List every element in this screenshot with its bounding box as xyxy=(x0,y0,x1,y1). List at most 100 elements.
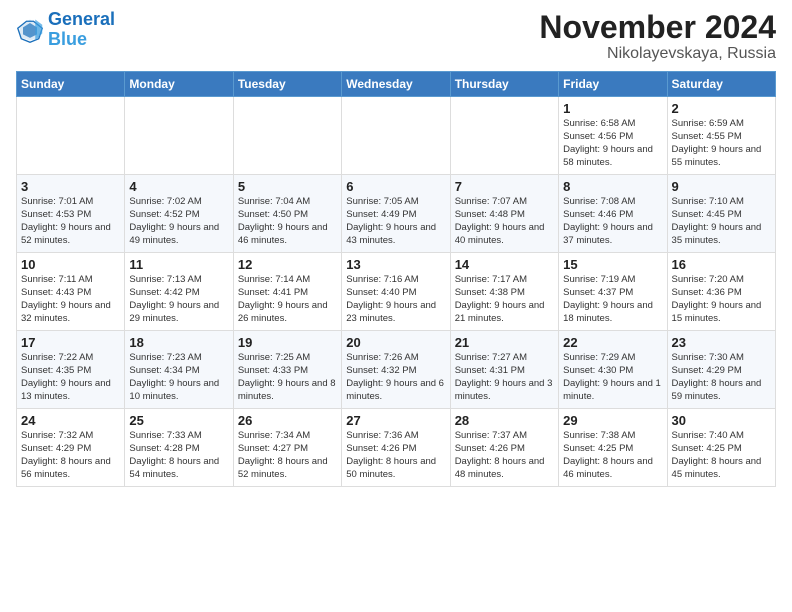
month-title: November 2024 xyxy=(539,10,776,45)
cell-info: Sunrise: 7:17 AM Sunset: 4:38 PM Dayligh… xyxy=(455,274,554,325)
cell-info: Sunrise: 7:37 AM Sunset: 4:26 PM Dayligh… xyxy=(455,430,554,481)
cell-info: Sunrise: 7:04 AM Sunset: 4:50 PM Dayligh… xyxy=(238,196,337,247)
weekday-header-sunday: Sunday xyxy=(17,72,125,97)
title-block: November 2024 Nikolayevskaya, Russia xyxy=(539,10,776,63)
day-number: 13 xyxy=(346,257,445,272)
cell-info: Sunrise: 7:13 AM Sunset: 4:42 PM Dayligh… xyxy=(129,274,228,325)
day-number: 22 xyxy=(563,335,662,350)
calendar-cell: 29 Sunrise: 7:38 AM Sunset: 4:25 PM Dayli… xyxy=(559,409,667,487)
calendar-cell: 6 Sunrise: 7:05 AM Sunset: 4:49 PM Daylig… xyxy=(342,175,450,253)
calendar-cell xyxy=(233,97,341,175)
day-number: 1 xyxy=(563,101,662,116)
calendar-cell: 30 Sunrise: 7:40 AM Sunset: 4:25 PM Dayli… xyxy=(667,409,775,487)
calendar-cell: 5 Sunrise: 7:04 AM Sunset: 4:50 PM Daylig… xyxy=(233,175,341,253)
cell-info: Sunrise: 7:30 AM Sunset: 4:29 PM Dayligh… xyxy=(672,352,771,403)
day-number: 16 xyxy=(672,257,771,272)
logo: General Blue xyxy=(16,10,115,50)
day-number: 10 xyxy=(21,257,120,272)
cell-info: Sunrise: 7:19 AM Sunset: 4:37 PM Dayligh… xyxy=(563,274,662,325)
cell-info: Sunrise: 7:34 AM Sunset: 4:27 PM Dayligh… xyxy=(238,430,337,481)
cell-info: Sunrise: 7:25 AM Sunset: 4:33 PM Dayligh… xyxy=(238,352,337,403)
calendar-cell: 17 Sunrise: 7:22 AM Sunset: 4:35 PM Dayli… xyxy=(17,331,125,409)
calendar-cell: 22 Sunrise: 7:29 AM Sunset: 4:30 PM Dayli… xyxy=(559,331,667,409)
calendar-week-1: 1 Sunrise: 6:58 AM Sunset: 4:56 PM Daylig… xyxy=(17,97,776,175)
cell-info: Sunrise: 7:33 AM Sunset: 4:28 PM Dayligh… xyxy=(129,430,228,481)
calendar-cell xyxy=(125,97,233,175)
logo-text: General Blue xyxy=(48,10,115,50)
cell-info: Sunrise: 7:27 AM Sunset: 4:31 PM Dayligh… xyxy=(455,352,554,403)
weekday-header-monday: Monday xyxy=(125,72,233,97)
day-number: 11 xyxy=(129,257,228,272)
cell-info: Sunrise: 7:16 AM Sunset: 4:40 PM Dayligh… xyxy=(346,274,445,325)
calendar-cell: 26 Sunrise: 7:34 AM Sunset: 4:27 PM Dayli… xyxy=(233,409,341,487)
calendar-cell: 21Sunrise: 7:27 AM Sunset: 4:31 PM Dayli… xyxy=(450,331,558,409)
calendar-cell: 8Sunrise: 7:08 AM Sunset: 4:46 PM Daylig… xyxy=(559,175,667,253)
cell-info: Sunrise: 7:07 AM Sunset: 4:48 PM Dayligh… xyxy=(455,196,554,247)
day-number: 9 xyxy=(672,179,771,194)
header: General Blue November 2024 Nikolayevskay… xyxy=(16,10,776,63)
calendar-cell: 28Sunrise: 7:37 AM Sunset: 4:26 PM Dayli… xyxy=(450,409,558,487)
cell-info: Sunrise: 7:40 AM Sunset: 4:25 PM Dayligh… xyxy=(672,430,771,481)
cell-info: Sunrise: 7:14 AM Sunset: 4:41 PM Dayligh… xyxy=(238,274,337,325)
day-number: 26 xyxy=(238,413,337,428)
calendar-cell: 23 Sunrise: 7:30 AM Sunset: 4:29 PM Dayli… xyxy=(667,331,775,409)
cell-info: Sunrise: 7:29 AM Sunset: 4:30 PM Dayligh… xyxy=(563,352,662,403)
day-number: 3 xyxy=(21,179,120,194)
weekday-header-saturday: Saturday xyxy=(667,72,775,97)
weekday-header-tuesday: Tuesday xyxy=(233,72,341,97)
calendar-cell: 15Sunrise: 7:19 AM Sunset: 4:37 PM Dayli… xyxy=(559,253,667,331)
calendar-week-5: 24Sunrise: 7:32 AM Sunset: 4:29 PM Dayli… xyxy=(17,409,776,487)
calendar-cell xyxy=(450,97,558,175)
calendar-cell: 20Sunrise: 7:26 AM Sunset: 4:32 PM Dayli… xyxy=(342,331,450,409)
calendar-cell: 7 Sunrise: 7:07 AM Sunset: 4:48 PM Daylig… xyxy=(450,175,558,253)
day-number: 17 xyxy=(21,335,120,350)
calendar-cell: 11 Sunrise: 7:13 AM Sunset: 4:42 PM Dayli… xyxy=(125,253,233,331)
calendar-cell: 13 Sunrise: 7:16 AM Sunset: 4:40 PM Dayli… xyxy=(342,253,450,331)
page-container: General Blue November 2024 Nikolayevskay… xyxy=(0,0,792,495)
calendar-cell: 14 Sunrise: 7:17 AM Sunset: 4:38 PM Dayli… xyxy=(450,253,558,331)
calendar-cell: 25 Sunrise: 7:33 AM Sunset: 4:28 PM Dayli… xyxy=(125,409,233,487)
cell-info: Sunrise: 7:36 AM Sunset: 4:26 PM Dayligh… xyxy=(346,430,445,481)
calendar-cell: 9 Sunrise: 7:10 AM Sunset: 4:45 PM Daylig… xyxy=(667,175,775,253)
calendar-week-4: 17 Sunrise: 7:22 AM Sunset: 4:35 PM Dayli… xyxy=(17,331,776,409)
calendar-table: SundayMondayTuesdayWednesdayThursdayFrid… xyxy=(16,71,776,487)
calendar-cell xyxy=(342,97,450,175)
day-number: 23 xyxy=(672,335,771,350)
calendar-cell: 12Sunrise: 7:14 AM Sunset: 4:41 PM Dayli… xyxy=(233,253,341,331)
cell-info: Sunrise: 6:58 AM Sunset: 4:56 PM Dayligh… xyxy=(563,118,662,169)
day-number: 2 xyxy=(672,101,771,116)
cell-info: Sunrise: 7:10 AM Sunset: 4:45 PM Dayligh… xyxy=(672,196,771,247)
day-number: 25 xyxy=(129,413,228,428)
cell-info: Sunrise: 7:01 AM Sunset: 4:53 PM Dayligh… xyxy=(21,196,120,247)
day-number: 24 xyxy=(21,413,120,428)
calendar-cell: 27 Sunrise: 7:36 AM Sunset: 4:26 PM Dayli… xyxy=(342,409,450,487)
day-number: 5 xyxy=(238,179,337,194)
calendar-cell: 4 Sunrise: 7:02 AM Sunset: 4:52 PM Daylig… xyxy=(125,175,233,253)
cell-info: Sunrise: 7:08 AM Sunset: 4:46 PM Dayligh… xyxy=(563,196,662,247)
cell-info: Sunrise: 7:23 AM Sunset: 4:34 PM Dayligh… xyxy=(129,352,228,403)
day-number: 27 xyxy=(346,413,445,428)
calendar-cell xyxy=(17,97,125,175)
day-number: 4 xyxy=(129,179,228,194)
cell-info: Sunrise: 7:05 AM Sunset: 4:49 PM Dayligh… xyxy=(346,196,445,247)
location-subtitle: Nikolayevskaya, Russia xyxy=(539,45,776,63)
weekday-header-wednesday: Wednesday xyxy=(342,72,450,97)
weekday-header-thursday: Thursday xyxy=(450,72,558,97)
calendar-cell: 1 Sunrise: 6:58 AM Sunset: 4:56 PM Daylig… xyxy=(559,97,667,175)
cell-info: Sunrise: 7:22 AM Sunset: 4:35 PM Dayligh… xyxy=(21,352,120,403)
day-number: 7 xyxy=(455,179,554,194)
cell-info: Sunrise: 7:38 AM Sunset: 4:25 PM Dayligh… xyxy=(563,430,662,481)
cell-info: Sunrise: 7:20 AM Sunset: 4:36 PM Dayligh… xyxy=(672,274,771,325)
day-number: 29 xyxy=(563,413,662,428)
calendar-cell: 19 Sunrise: 7:25 AM Sunset: 4:33 PM Dayli… xyxy=(233,331,341,409)
cell-info: Sunrise: 7:02 AM Sunset: 4:52 PM Dayligh… xyxy=(129,196,228,247)
cell-info: Sunrise: 7:26 AM Sunset: 4:32 PM Dayligh… xyxy=(346,352,445,403)
calendar-cell: 3 Sunrise: 7:01 AM Sunset: 4:53 PM Daylig… xyxy=(17,175,125,253)
weekday-header-row: SundayMondayTuesdayWednesdayThursdayFrid… xyxy=(17,72,776,97)
day-number: 14 xyxy=(455,257,554,272)
day-number: 19 xyxy=(238,335,337,350)
day-number: 6 xyxy=(346,179,445,194)
calendar-cell: 10Sunrise: 7:11 AM Sunset: 4:43 PM Dayli… xyxy=(17,253,125,331)
day-number: 30 xyxy=(672,413,771,428)
calendar-cell: 24Sunrise: 7:32 AM Sunset: 4:29 PM Dayli… xyxy=(17,409,125,487)
